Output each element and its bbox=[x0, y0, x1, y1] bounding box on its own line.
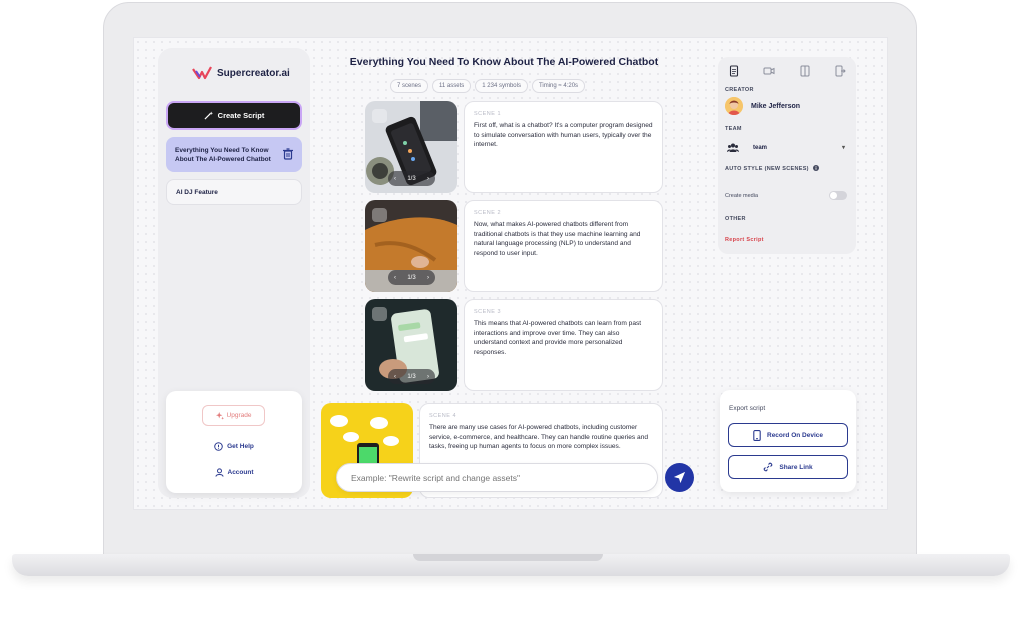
script-settings-panel: CREATOR Mike Jefferson TEAM team ▾ AUTO … bbox=[718, 57, 856, 254]
team-value: team bbox=[753, 144, 768, 151]
prompt-input[interactable] bbox=[336, 463, 658, 492]
scene-text-card[interactable]: SCENE 3 This means that AI-powered chatb… bbox=[464, 299, 663, 391]
record-on-device-button[interactable]: Record On Device bbox=[728, 423, 848, 447]
link-icon bbox=[764, 462, 773, 472]
share-link-button[interactable]: Share Link bbox=[728, 455, 848, 479]
pager-count: 1/3 bbox=[407, 175, 416, 182]
get-help-link[interactable]: Get Help bbox=[166, 442, 302, 451]
scene-row: ‹ 1/3 › SCENE 2 Now, what makes AI-power… bbox=[365, 200, 663, 292]
scene-label: SCENE 4 bbox=[429, 413, 457, 419]
scene-text[interactable]: First off, what is a chatbot? It's a com… bbox=[474, 121, 653, 150]
script-stats: 7 scenes 11 assets 1 234 symbols Timing … bbox=[390, 79, 586, 93]
upgrade-label: Upgrade bbox=[226, 412, 252, 419]
record-on-device-label: Record On Device bbox=[767, 431, 823, 439]
scene-text-card[interactable]: SCENE 1 First off, what is a chatbot? It… bbox=[464, 101, 663, 193]
image-icon[interactable] bbox=[372, 208, 387, 222]
image-icon[interactable] bbox=[372, 109, 387, 123]
brand-name: Supercreator.ai bbox=[217, 67, 290, 79]
scene-image[interactable]: ‹ 1/3 › bbox=[365, 299, 457, 391]
tab-layout-icon[interactable] bbox=[799, 65, 811, 77]
scene-label: SCENE 1 bbox=[474, 111, 502, 117]
tab-document-icon[interactable] bbox=[728, 65, 740, 77]
team-icon bbox=[727, 143, 739, 152]
brand[interactable]: Supercreator.ai bbox=[192, 66, 290, 80]
scene-label: SCENE 2 bbox=[474, 210, 502, 216]
script-item-title: Everything You Need To Know About The AI… bbox=[175, 147, 271, 163]
app-screen: Supercreator.ai Create Script Everything… bbox=[133, 37, 888, 510]
phone-icon bbox=[753, 429, 761, 441]
chevron-right-icon[interactable]: › bbox=[427, 275, 429, 281]
creator-name: Mike Jefferson bbox=[751, 102, 801, 110]
pager-count: 1/3 bbox=[407, 373, 416, 380]
scene-text[interactable]: This means that AI-powered chatbots can … bbox=[474, 319, 653, 357]
scene-text-card[interactable]: SCENE 2 Now, what makes AI-powered chatb… bbox=[464, 200, 663, 292]
laptop-notch bbox=[413, 554, 603, 561]
other-label: OTHER bbox=[725, 216, 746, 222]
create-media-label: Create media bbox=[725, 193, 759, 199]
get-help-label: Get Help bbox=[227, 443, 254, 450]
chevron-left-icon[interactable]: ‹ bbox=[394, 275, 396, 281]
upgrade-button[interactable]: Upgrade bbox=[202, 405, 265, 426]
send-button[interactable] bbox=[665, 463, 694, 492]
trash-icon[interactable] bbox=[281, 147, 295, 161]
chevron-left-icon[interactable]: ‹ bbox=[394, 374, 396, 380]
creator: Mike Jefferson bbox=[725, 97, 800, 115]
scene-text[interactable]: Now, what makes AI-powered chatbots diff… bbox=[474, 220, 653, 258]
image-icon[interactable] bbox=[372, 307, 387, 321]
auto-style-label: AUTO STYLE (NEW SCENES) bbox=[725, 165, 819, 172]
team-select[interactable]: team ▾ bbox=[727, 143, 845, 152]
script-item-active[interactable]: Everything You Need To Know About The AI… bbox=[166, 137, 302, 172]
image-pager[interactable]: ‹ 1/3 › bbox=[388, 369, 435, 384]
sparkle-icon bbox=[215, 411, 224, 420]
account-card: Upgrade Get Help Account bbox=[166, 391, 302, 493]
panel-tabs bbox=[728, 65, 846, 77]
help-icon bbox=[214, 442, 223, 451]
tab-export-icon[interactable] bbox=[834, 65, 846, 77]
auto-style-text: AUTO STYLE (NEW SCENES) bbox=[725, 166, 809, 172]
avatar-face-icon bbox=[725, 97, 743, 115]
stat-chip-scenes: 7 scenes bbox=[390, 79, 429, 93]
scene-row: ‹ 1/3 › SCENE 3 This means that AI-power… bbox=[365, 299, 663, 391]
scene-label: SCENE 3 bbox=[474, 309, 502, 315]
account-label: Account bbox=[227, 469, 254, 476]
chevron-down-icon: ▾ bbox=[841, 145, 845, 151]
send-icon bbox=[673, 471, 686, 484]
avatar bbox=[725, 97, 743, 115]
image-pager[interactable]: ‹ 1/3 › bbox=[388, 270, 435, 285]
team-label: TEAM bbox=[725, 126, 742, 132]
stat-chip-symbols: 1 234 symbols bbox=[475, 79, 528, 93]
export-title: Export script bbox=[729, 405, 766, 412]
image-pager[interactable]: ‹ 1/3 › bbox=[388, 171, 435, 186]
creator-label: CREATOR bbox=[725, 87, 754, 93]
info-icon[interactable] bbox=[812, 165, 819, 171]
scene-image[interactable]: ‹ 1/3 › bbox=[365, 200, 457, 292]
script-item-title: AI DJ Feature bbox=[176, 189, 218, 196]
script-item[interactable]: AI DJ Feature bbox=[166, 179, 302, 205]
chevron-right-icon[interactable]: › bbox=[427, 374, 429, 380]
pager-count: 1/3 bbox=[407, 274, 416, 281]
create-script-label: Create Script bbox=[217, 111, 265, 120]
scene-row: ‹ 1/3 › SCENE 1 First off, what is a cha… bbox=[365, 101, 663, 193]
stat-chip-timing: Timing ≈ 4:20s bbox=[531, 79, 586, 93]
export-card: Export script Record On Device Share Lin… bbox=[720, 390, 856, 492]
chevron-right-icon[interactable]: › bbox=[427, 176, 429, 182]
scene-image[interactable]: ‹ 1/3 › bbox=[365, 101, 457, 193]
account-link[interactable]: Account bbox=[166, 468, 302, 477]
create-script-button[interactable]: Create Script bbox=[166, 101, 302, 130]
stat-chip-assets: 11 assets bbox=[432, 79, 472, 93]
share-link-label: Share Link bbox=[779, 463, 813, 471]
page-title: Everything You Need To Know About The AI… bbox=[349, 56, 659, 68]
report-script-link[interactable]: Report Script bbox=[725, 237, 764, 243]
tab-video-icon[interactable] bbox=[763, 65, 775, 77]
user-icon bbox=[214, 468, 224, 477]
magic-wand-icon bbox=[204, 111, 213, 120]
brand-logo-icon bbox=[192, 66, 212, 80]
scene-text[interactable]: There are many use cases for AI-powered … bbox=[429, 423, 653, 452]
create-media-toggle[interactable] bbox=[829, 191, 847, 200]
chevron-left-icon[interactable]: ‹ bbox=[394, 176, 396, 182]
